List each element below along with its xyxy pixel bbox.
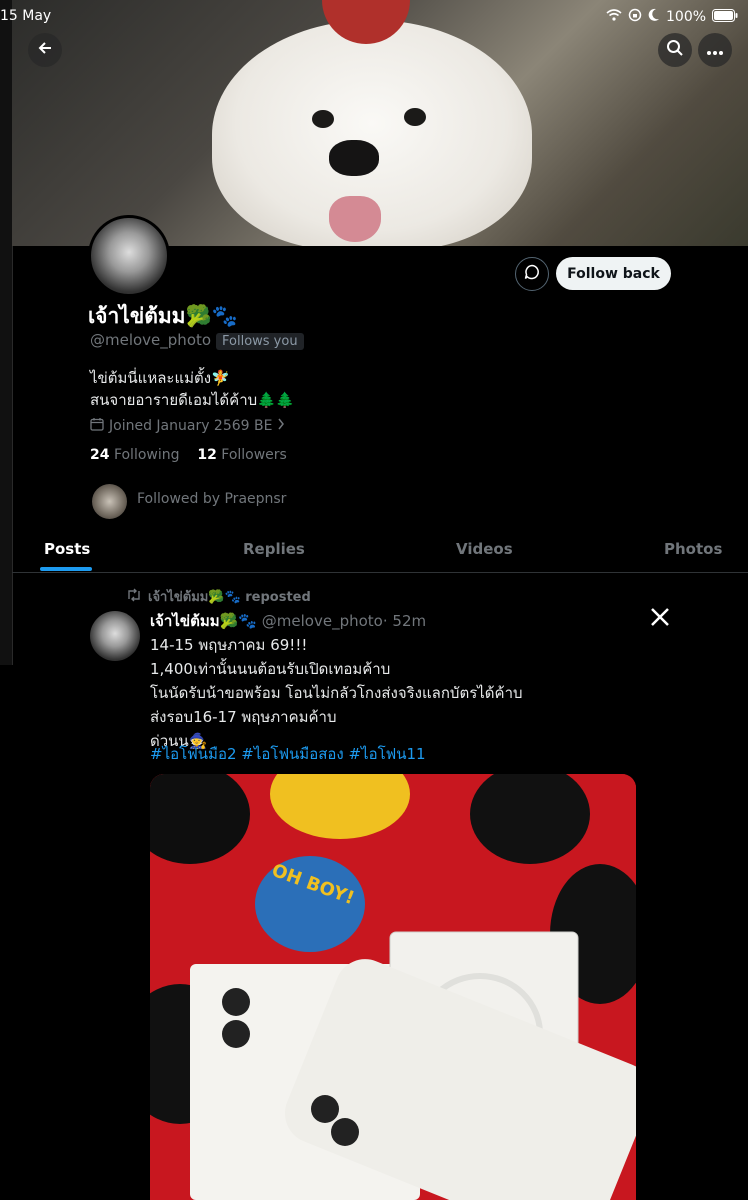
back-button[interactable] (28, 33, 62, 67)
wifi-icon (606, 9, 622, 25)
following-link[interactable]: 24 Following (90, 447, 180, 463)
battery-icon (712, 8, 738, 26)
following-label: Following (113, 447, 180, 463)
dog-nose (329, 140, 379, 176)
dog-eye (312, 110, 334, 128)
active-tab-indicator (40, 567, 92, 571)
status-date: 15 May (0, 8, 52, 24)
repost-icon (126, 588, 142, 606)
joined-text: Joined January 2569 BE (109, 418, 273, 434)
profile-name: เจ้าไข่ต้มม🥦🐾 (88, 304, 238, 328)
message-icon (524, 264, 540, 284)
dog-tongue (329, 196, 381, 242)
followers-count: 12 (197, 447, 217, 463)
post-time[interactable]: · 52m (383, 612, 426, 630)
profile-bio: ไข่ต้มนี่แหละแม่ตั้ง🧚 สนจายอารายดีเอมได้… (90, 367, 295, 411)
tab-photos[interactable]: Photos (664, 540, 722, 558)
post-hashtags[interactable]: #ไอโฟนมือ2 #ไอโฟนมือสอง #ไอโฟน11 (150, 742, 426, 766)
chevron-right-icon (277, 418, 285, 434)
followers-link[interactable]: 12 Followers (197, 447, 287, 463)
follow-back-button[interactable]: Follow back (556, 257, 671, 290)
battery-percent: 100% (666, 9, 707, 25)
more-dots-icon (706, 40, 724, 61)
tab-replies[interactable]: Replies (243, 540, 305, 558)
post-line: ส่งรอบ16-17 พฤษภาคมค้าบ (150, 708, 337, 726)
post-line: โนนัดรับน้าขอพร้อม โอนไม่กลัวโกงส่งจริงแ… (150, 684, 523, 702)
repost-text: เจ้าไข่ต้มม🥦🐾 reposted (148, 590, 311, 605)
calendar-icon (90, 417, 104, 435)
follow-stats: 24 Following 12 Followers (90, 447, 287, 463)
bio-line: ไข่ต้มนี่แหละแม่ตั้ง🧚 (90, 369, 230, 387)
following-count: 24 (90, 447, 110, 463)
followed-by-text[interactable]: Followed by Praepnsr (137, 491, 286, 507)
post-header: เจ้าไข่ต้มม🥦🐾 @melove_photo· 52m (150, 609, 426, 633)
post-handle[interactable]: @melove_photo (262, 612, 383, 630)
tab-videos[interactable]: Videos (456, 540, 513, 558)
repost-label: เจ้าไข่ต้มม🥦🐾 reposted (126, 586, 311, 607)
status-icons: 100% (606, 8, 738, 26)
post-line: 14-15 พฤษภาคม 69!!! (150, 636, 308, 654)
dog-eye (404, 108, 426, 126)
followed-by-avatar (92, 484, 127, 519)
lock-rotation-icon (628, 8, 642, 26)
tab-posts[interactable]: Posts (44, 540, 90, 558)
more-button[interactable] (698, 33, 732, 67)
post-media-image[interactable]: OH BOY! (150, 774, 636, 1200)
followers-label: Followers (221, 447, 287, 463)
profile-avatar[interactable] (88, 215, 170, 297)
x-logo-icon (650, 607, 670, 632)
search-button[interactable] (658, 33, 692, 67)
profile-handle: @melove_photo (90, 331, 212, 349)
message-button[interactable] (515, 257, 549, 291)
search-icon (666, 39, 684, 62)
post-line: 1,400เท่านั้นนนต้อนรับเปิดเทอมค้าบ (150, 660, 391, 678)
moon-icon (648, 8, 660, 26)
arrow-left-icon (37, 40, 53, 61)
post-author[interactable]: เจ้าไข่ต้มม🥦🐾 (150, 612, 257, 630)
post-avatar[interactable] (90, 611, 140, 661)
post-text: 14-15 พฤษภาคม 69!!! 1,400เท่านั้นนนต้อนร… (150, 633, 523, 753)
follows-you-badge: Follows you (216, 333, 304, 350)
tabs-divider (12, 572, 748, 573)
joined-date[interactable]: Joined January 2569 BE (90, 417, 285, 435)
bio-line: สนจายอารายดีเอมได้ค้าบ🌲🌲 (90, 391, 295, 409)
